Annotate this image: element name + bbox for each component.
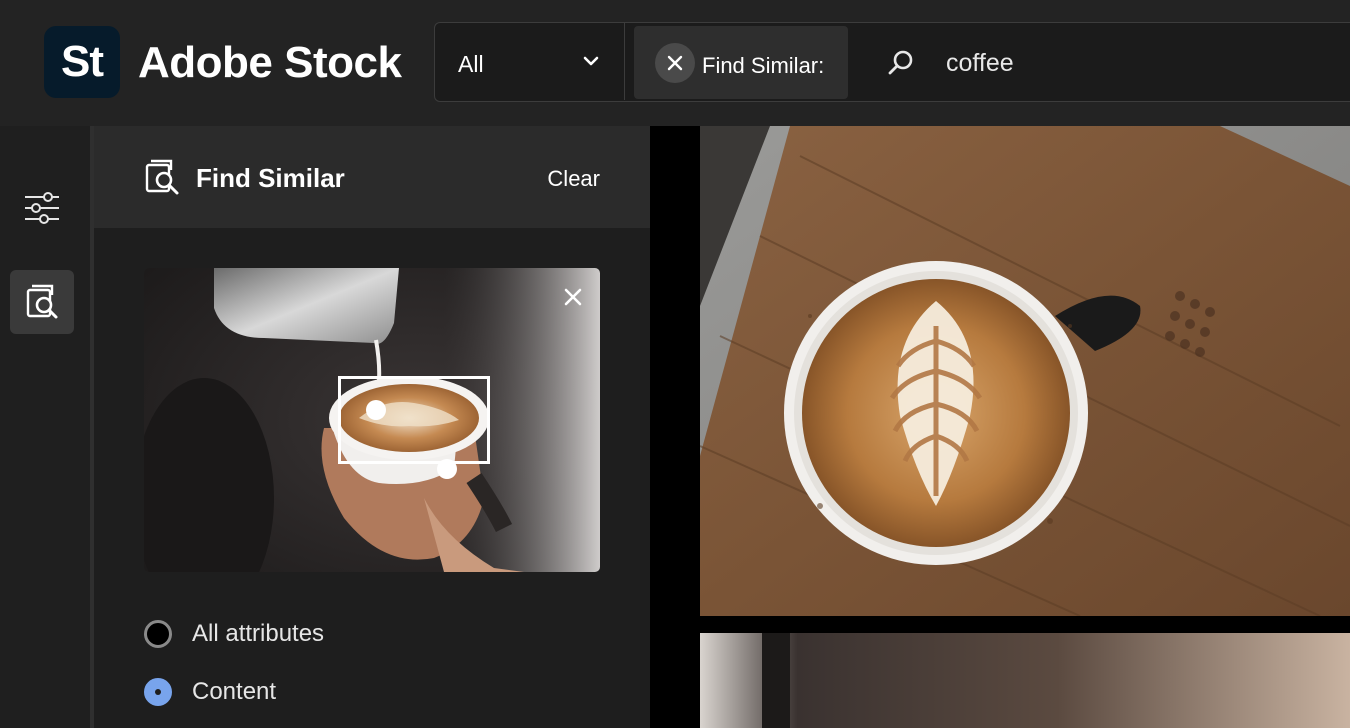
radio-content[interactable] (144, 678, 172, 706)
find-similar-rail-button[interactable] (10, 270, 74, 334)
find-similar-panel: Find Similar Clear All attributes Conten… (94, 126, 650, 728)
option-label: All attributes (192, 620, 325, 647)
panel-title: Find Similar (196, 163, 345, 193)
coffee-photo-partial (700, 633, 1350, 728)
search-input[interactable]: coffee (946, 49, 1014, 78)
reference-image[interactable] (144, 268, 600, 572)
filters-icon (25, 192, 59, 224)
find-similar-icon (26, 284, 58, 319)
asset-type-dropdown[interactable]: All (435, 23, 625, 100)
selection-handle-bottom-right[interactable] (437, 459, 457, 479)
selection-handle-top-left[interactable] (366, 400, 386, 420)
top-header: St Adobe Stock All Find Similar: coffee (0, 0, 1350, 126)
option-label: Content (192, 678, 277, 705)
radio-all-attributes[interactable] (144, 620, 172, 648)
find-similar-icon (145, 159, 179, 195)
asset-type-value: All (458, 51, 484, 77)
clear-button[interactable]: Clear (547, 166, 600, 192)
option-all-attributes[interactable]: All attributes (144, 620, 324, 648)
results-grid (650, 126, 1350, 728)
search-icon[interactable] (887, 49, 915, 77)
find-similar-chip: Find Similar: (634, 26, 848, 99)
tool-rail (0, 126, 90, 728)
option-content[interactable]: Content (144, 678, 276, 706)
latte-art-photo (700, 126, 1350, 616)
remove-chip-button[interactable] (655, 43, 695, 83)
result-image-2[interactable] (700, 633, 1350, 728)
filters-button[interactable] (10, 176, 74, 240)
result-image-1[interactable] (700, 126, 1350, 616)
selection-box[interactable] (338, 376, 490, 464)
close-icon[interactable] (562, 286, 584, 308)
panel-header: Find Similar Clear (94, 126, 650, 228)
chip-label: Find Similar: (702, 53, 825, 78)
search-bar: All Find Similar: coffee (434, 22, 1350, 102)
chevron-down-icon (583, 56, 599, 66)
brand-name[interactable]: Adobe Stock (138, 38, 402, 88)
stock-logo[interactable]: St (44, 26, 120, 98)
close-icon (667, 55, 683, 71)
